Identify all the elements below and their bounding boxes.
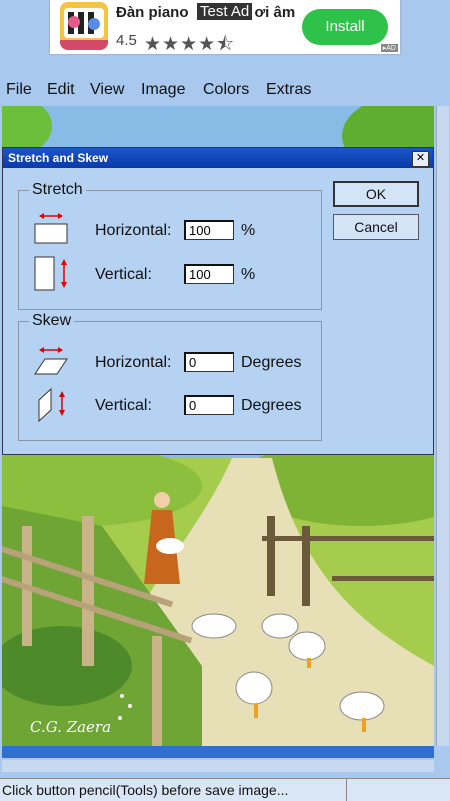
ad-rating-stars-icon: ★★★★⯪ — [144, 34, 236, 55]
menu-file[interactable]: File — [6, 81, 32, 99]
menu-bar: File Edit View Image Colors Extras — [0, 78, 450, 104]
ok-button[interactable]: OK — [333, 181, 419, 207]
menu-view[interactable]: View — [90, 81, 124, 99]
painting-signature: C.G. Zaera — [30, 718, 112, 736]
close-icon[interactable]: ✕ — [412, 151, 429, 167]
skew-horizontal-unit: Degrees — [241, 354, 302, 371]
menu-extras[interactable]: Extras — [266, 81, 311, 99]
ad-install-button[interactable]: Install — [302, 9, 388, 45]
ad-banner[interactable]: Đàn piano ơi âm Test Ad 4.5 ★★★★⯪ Install… — [50, 0, 400, 55]
menu-image[interactable]: Image — [141, 81, 185, 99]
skew-group-label: Skew — [29, 312, 75, 330]
skew-horizontal-icon — [34, 347, 68, 375]
dialog-title-bar[interactable]: Stretch and Skew — [3, 148, 433, 168]
cancel-button[interactable]: Cancel — [333, 214, 419, 240]
skew-horizontal-input[interactable]: 0 — [184, 352, 234, 372]
stretch-vertical-icon — [34, 256, 67, 291]
stretch-vertical-unit: % — [241, 266, 256, 283]
skew-horizontal-label: Horizontal: — [95, 354, 172, 371]
horizontal-scroll-track[interactable] — [2, 760, 434, 772]
stretch-vertical-label: Vertical: — [95, 266, 152, 283]
stretch-horizontal-unit: % — [241, 222, 256, 239]
ad-rating-value: 4.5 — [116, 32, 137, 49]
status-bar-panel — [346, 778, 450, 801]
skew-vertical-input[interactable]: 0 — [184, 395, 234, 415]
stretch-group-label: Stretch — [29, 181, 86, 199]
skew-vertical-label: Vertical: — [95, 397, 152, 414]
skew-vertical-unit: Degrees — [241, 397, 302, 414]
vertical-scrollbar[interactable] — [436, 106, 449, 746]
ad-app-icon[interactable] — [60, 2, 108, 50]
skew-vertical-icon — [38, 387, 65, 423]
menu-colors[interactable]: Colors — [203, 81, 249, 99]
ad-choices-badge[interactable]: ▸AD — [380, 44, 398, 52]
stretch-horizontal-label: Horizontal: — [95, 222, 172, 239]
test-ad-label: Test Ad — [197, 3, 253, 20]
menu-edit[interactable]: Edit — [47, 81, 75, 99]
status-bar-message: Click button pencil(Tools) before save i… — [0, 778, 346, 801]
dialog-title: Stretch and Skew — [8, 151, 109, 165]
stretch-group: Stretch — [18, 181, 322, 310]
stretch-horizontal-input[interactable]: 100 — [184, 220, 234, 240]
stretch-vertical-input[interactable]: 100 — [184, 264, 234, 284]
horizontal-scrollbar[interactable] — [2, 746, 434, 758]
stretch-skew-dialog: Stretch and Skew ✕ Stretch Horizontal: 1… — [2, 147, 434, 455]
stretch-horizontal-icon — [34, 213, 68, 244]
